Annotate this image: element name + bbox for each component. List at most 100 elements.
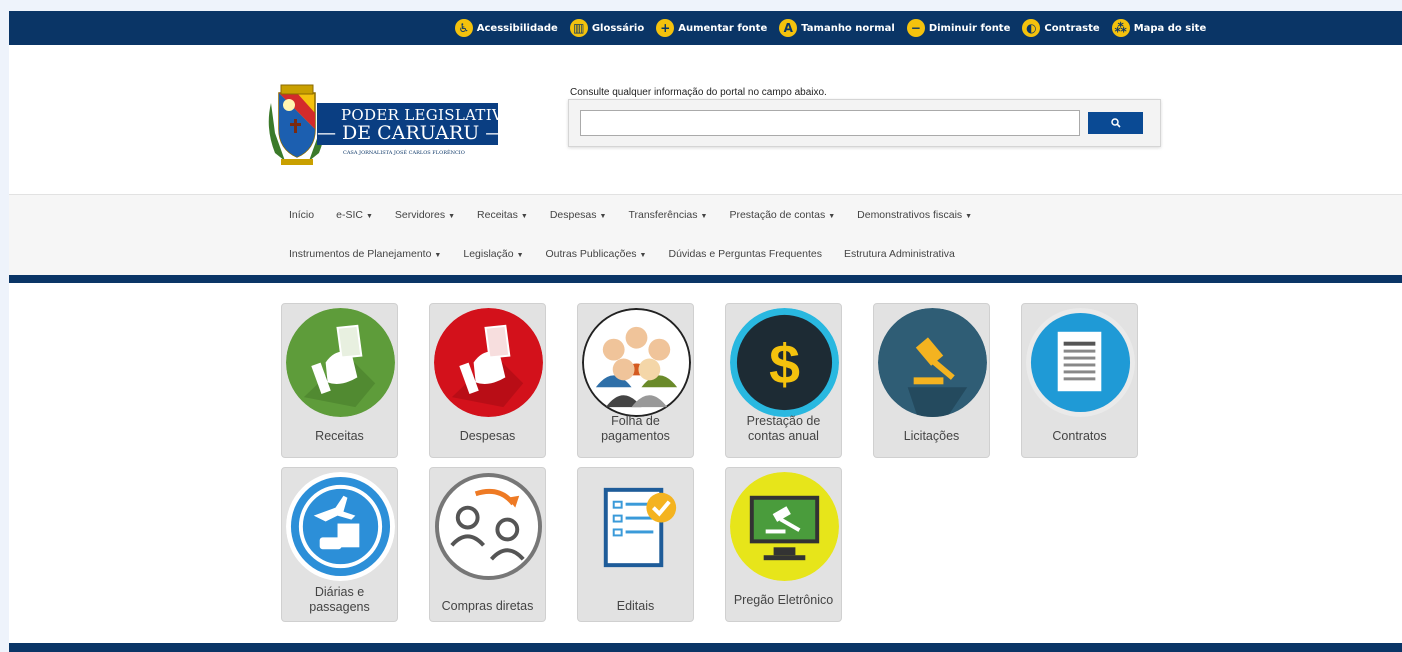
accessibility-link-minus[interactable]: − Diminuir fonte [906,19,1011,37]
money-out-hand-icon [434,308,543,417]
main-nav: Início e-SIC ▼ Servidores ▼ Receitas ▼ Despesas… [9,194,1402,275]
logo-subtitle: CASA JORNALISTA JOSÉ CARLOS FLORÊNCIO [343,150,465,156]
accessibility-link-plus[interactable]: + Aumentar fonte [656,19,767,37]
caret-down-icon: ▼ [599,213,607,220]
nav-item-label: Dúvidas e Perguntas Frequentes [668,248,822,260]
online-auction-icon [730,472,839,581]
dollar-icon: $ [730,308,839,417]
sitemap-icon: ⁂ [1111,19,1130,37]
plus-icon: + [656,19,675,37]
contrast-icon: ◐ [1022,19,1041,37]
tile-prestacao-de-contas-anual[interactable]: $ Prestação de contas anual [725,303,842,458]
accessibility-link-accessibility[interactable]: ♿ Acessibilidade [454,19,558,37]
nav-item[interactable]: Início [289,209,336,221]
nav-item-label: e-SIC [336,209,363,221]
tile-label: Pregão Eletrônico [733,593,834,607]
search-input[interactable] [580,110,1080,136]
caret-down-icon: ▼ [828,213,836,220]
tile-label: Editais [616,599,655,613]
search-button[interactable] [1088,112,1143,134]
nav-item-label: Prestação de contas [729,209,826,221]
user-transfer-icon [434,472,543,581]
nav-row-2: Instrumentos de Planejamento ▼ Legislação ▼… [289,248,977,260]
accessibility-label: Contraste [1044,22,1100,34]
tile-label: Diárias e passagens [309,585,370,614]
tile-label: Licitações [903,429,960,443]
nav-item[interactable]: Instrumentos de Planejamento ▼ [289,248,463,260]
accessibility-label: Tamanho normal [801,22,895,34]
accessibility-label: Acessibilidade [476,22,558,34]
people-group-icon [582,308,691,417]
tile-label: Folha de pagamentos [601,414,670,443]
nav-item[interactable]: Servidores ▼ [395,209,477,221]
caret-down-icon: ▼ [520,213,528,220]
logo-text-box: PODER LEGISLATIVO — DE CARUARU — [317,103,515,145]
accessibility-link-sitemap[interactable]: ⁂ Mapa do site [1111,19,1206,37]
accessibility-bar: ♿ Acessibilidade ▥ Glossário + Aumentar fonte… [9,11,1402,45]
caret-down-icon: ▼ [434,252,442,259]
tile-pregao-eletronico[interactable]: Pregão Eletrônico [725,467,842,622]
accessibility-label: Aumentar fonte [678,22,768,34]
site-logo[interactable]: PODER LEGISLATIVO — DE CARUARU — CASA JO… [265,83,515,169]
nav-divider [9,275,1402,283]
tile-compras-diretas[interactable]: Compras diretas [429,467,546,622]
nav-item-label: Receitas [477,209,518,221]
nav-item-label: Instrumentos de Planejamento [289,248,432,260]
gavel-icon [878,308,987,417]
nav-item[interactable]: Dúvidas e Perguntas Frequentes [668,248,844,260]
tile-label: Compras diretas [441,599,534,613]
nav-item-label: Estrutura Administrativa [844,248,955,260]
caret-down-icon: ▼ [365,213,373,220]
nav-item[interactable]: Legislação ▼ [463,248,545,260]
tile-receitas[interactable]: Receitas [281,303,398,458]
caret-down-icon: ▼ [516,252,524,259]
font-icon: A [779,19,798,37]
tile-editais[interactable]: Editais [577,467,694,622]
logo-city: — DE CARUARU — [317,122,505,144]
nav-row-1: Início e-SIC ▼ Servidores ▼ Receitas ▼ Despesas… [289,209,994,221]
tile-licitacoes[interactable]: Licitações [873,303,990,458]
money-in-hand-icon [286,308,395,417]
nav-item[interactable]: Outras Publicações ▼ [546,248,669,260]
nav-item-label: Outras Publicações [545,248,637,260]
document-icon [1026,308,1135,417]
caret-down-icon: ▼ [700,213,708,220]
caret-down-icon: ▼ [965,213,973,220]
nav-item-label: Transferências [628,209,698,221]
nav-item[interactable]: Receitas ▼ [477,209,550,221]
tile-label: Contratos [1052,429,1107,443]
search-label: Consulte qualquer informação do portal n… [570,87,827,98]
accessibility-link-book[interactable]: ▥ Glossário [569,19,645,37]
accessibility-label: Glossário [591,22,645,34]
tile-diarias-e-passagens[interactable]: Diárias e passagens [281,467,398,622]
footer-bar [9,643,1402,652]
nav-item[interactable]: e-SIC ▼ [336,209,395,221]
nav-item-label: Demonstrativos fiscais [857,209,963,221]
tile-label: Prestação de contas anual [746,414,821,443]
page: ♿ Acessibilidade ▥ Glossário + Aumentar fonte… [9,11,1402,652]
nav-item-label: Legislação [463,248,514,260]
accessibility-link-contrast[interactable]: ◐ Contraste [1022,19,1100,37]
accessibility-icon: ♿ [454,19,473,37]
nav-item[interactable]: Demonstrativos fiscais ▼ [857,209,994,221]
accessibility-link-font[interactable]: A Tamanho normal [779,19,895,37]
svg-text:$: $ [769,333,800,395]
nav-item[interactable]: Transferências ▼ [628,209,729,221]
travel-icon [286,472,395,581]
nav-item[interactable]: Despesas ▼ [550,209,629,221]
tile-contratos[interactable]: Contratos [1021,303,1138,458]
nav-item-label: Início [289,209,315,221]
search-icon [1110,118,1121,128]
tile-folha-de-pagamentos[interactable]: Folha de pagamentos [577,303,694,458]
caret-down-icon: ▼ [448,213,456,220]
nav-item[interactable]: Prestação de contas ▼ [729,209,857,221]
book-icon: ▥ [569,19,588,37]
nav-item[interactable]: Estrutura Administrativa [844,248,977,260]
nav-item-label: Servidores [394,209,446,221]
tile-despesas[interactable]: Despesas [429,303,546,458]
search-panel [568,99,1161,147]
minus-icon: − [906,19,925,37]
nav-item-label: Despesas [549,209,597,221]
accessibility-label: Diminuir fonte [928,22,1011,34]
checklist-icon [582,472,691,581]
